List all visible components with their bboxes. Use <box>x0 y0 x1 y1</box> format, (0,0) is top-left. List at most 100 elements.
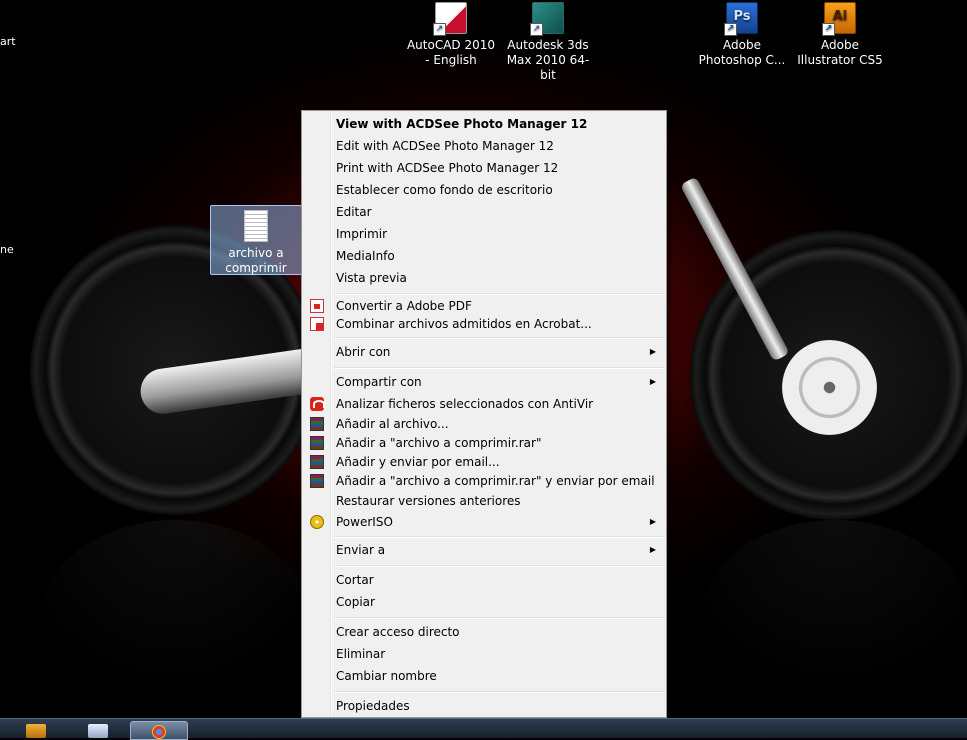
desktop-icon-label: Adobe Photoshop C... <box>698 38 786 67</box>
desktop-icon-photoshop[interactable]: Ps ↗ Adobe Photoshop C... <box>694 2 790 68</box>
menu-item-label: Combinar archivos admitidos en Acrobat..… <box>336 317 592 331</box>
winrar-icon <box>310 417 324 431</box>
menu-item-poweriso[interactable]: PowerISO ▶ <box>304 512 664 532</box>
menu-item-combine-acrobat[interactable]: Combinar archivos admitidos en Acrobat..… <box>304 314 664 334</box>
context-menu: View with ACDSee Photo Manager 12 Edit w… <box>301 110 667 718</box>
menu-separator <box>334 617 664 619</box>
menu-item-vista-previa[interactable]: Vista previa <box>304 268 664 288</box>
menu-item-label: Añadir a "archivo a comprimir.rar" <box>336 436 542 450</box>
menu-separator <box>334 293 664 295</box>
wallpaper-reflection-right <box>700 520 967 720</box>
wallpaper-brake-disc <box>782 340 877 435</box>
menu-separator <box>334 367 664 369</box>
wallpaper-reflection-left <box>40 520 310 720</box>
desktop-edge-label[interactable]: art <box>0 35 16 48</box>
menu-item-label: Editar <box>336 205 372 219</box>
app-icon <box>88 724 108 738</box>
menu-item-rename[interactable]: Cambiar nombre <box>304 666 664 686</box>
autocad-icon: ↗ <box>433 2 467 36</box>
menu-item-enviar-a[interactable]: Enviar a ▶ <box>304 540 664 560</box>
menu-item-label: Copiar <box>336 595 375 609</box>
antivir-icon <box>310 397 325 411</box>
menu-item-label: Propiedades <box>336 699 410 713</box>
menu-item-cortar[interactable]: Cortar <box>304 570 664 590</box>
menu-item-eliminar[interactable]: Eliminar <box>304 644 664 664</box>
menu-item-convert-pdf[interactable]: Convertir a Adobe PDF <box>304 296 664 316</box>
shortcut-arrow-icon: ↗ <box>724 23 737 36</box>
winrar-icon <box>310 455 324 469</box>
submenu-arrow-icon: ▶ <box>649 545 656 554</box>
menu-item-abrir-con[interactable]: Abrir con ▶ <box>304 342 664 362</box>
menu-item-label: Cortar <box>336 573 374 587</box>
menu-item-label: Compartir con <box>336 375 422 389</box>
winrar-icon <box>310 436 324 450</box>
menu-item-print-acdsee[interactable]: Print with ACDSee Photo Manager 12 <box>304 158 664 178</box>
menu-item-label: Añadir a "archivo a comprimir.rar" y env… <box>336 474 655 488</box>
desktop-icon-3ds-max[interactable]: ↗ Autodesk 3ds Max 2010 64-bit <box>500 2 596 83</box>
winrar-icon <box>310 474 324 488</box>
menu-item-editar[interactable]: Editar <box>304 202 664 222</box>
menu-item-label: Cambiar nombre <box>336 669 437 683</box>
menu-item-label: Crear acceso directo <box>336 625 460 639</box>
menu-item-add-archive[interactable]: Añadir al archivo... <box>304 414 664 434</box>
app-icon <box>26 724 46 738</box>
menu-item-label: Edit with ACDSee Photo Manager 12 <box>336 139 554 153</box>
menu-item-set-wallpaper[interactable]: Establecer como fondo de escritorio <box>304 180 664 200</box>
shortcut-arrow-icon: ↗ <box>530 23 543 36</box>
menu-item-label: Establecer como fondo de escritorio <box>336 183 553 197</box>
menu-item-mediainfo[interactable]: MediaInfo <box>304 246 664 266</box>
shortcut-arrow-icon: ↗ <box>433 23 446 36</box>
menu-separator <box>334 337 664 339</box>
menu-item-copiar[interactable]: Copiar <box>304 592 664 612</box>
desktop-edge-label[interactable]: ne <box>0 243 14 256</box>
illustrator-glyph: Ai <box>832 9 848 24</box>
photoshop-glyph: Ps <box>733 9 751 24</box>
menu-item-edit-acdsee[interactable]: Edit with ACDSee Photo Manager 12 <box>304 136 664 156</box>
illustrator-icon: Ai ↗ <box>822 2 856 36</box>
menu-item-label: PowerISO <box>336 515 393 529</box>
submenu-arrow-icon: ▶ <box>649 347 656 356</box>
menu-item-label: Enviar a <box>336 543 386 557</box>
menu-item-label: Restaurar versiones anteriores <box>336 494 521 508</box>
menu-item-label: MediaInfo <box>336 249 395 263</box>
menu-item-label: Añadir y enviar por email... <box>336 455 500 469</box>
pdf-icon <box>310 299 324 313</box>
menu-item-label: Convertir a Adobe PDF <box>336 299 472 313</box>
photoshop-icon: Ps ↗ <box>724 2 758 36</box>
poweriso-icon <box>310 515 324 529</box>
menu-item-label: View with ACDSee Photo Manager 12 <box>336 117 588 131</box>
taskbar <box>0 718 967 740</box>
menu-item-antivir[interactable]: Analizar ficheros seleccionados con Anti… <box>304 394 664 414</box>
file-label: archivo a comprimir <box>225 246 287 275</box>
submenu-arrow-icon: ▶ <box>649 377 656 386</box>
menu-item-label: Print with ACDSee Photo Manager 12 <box>336 161 559 175</box>
menu-item-label: Imprimir <box>336 227 388 241</box>
menu-item-compartir-con[interactable]: Compartir con ▶ <box>304 372 664 392</box>
menu-item-add-rar[interactable]: Añadir a "archivo a comprimir.rar" <box>304 433 664 453</box>
menu-item-imprimir[interactable]: Imprimir <box>304 224 664 244</box>
document-icon <box>244 210 268 242</box>
desktop-icon-label: Autodesk 3ds Max 2010 64-bit <box>506 38 590 82</box>
menu-item-label: Añadir al archivo... <box>336 417 449 431</box>
desktop-icon-label: AutoCAD 2010 - English <box>406 38 496 67</box>
taskbar-chrome-button[interactable] <box>130 721 188 740</box>
menu-item-add-rar-email[interactable]: Añadir a "archivo a comprimir.rar" y env… <box>304 471 664 491</box>
menu-item-propiedades[interactable]: Propiedades <box>304 696 664 716</box>
desktop-icon-autocad[interactable]: ↗ AutoCAD 2010 - English <box>403 2 499 68</box>
menu-item-label: Eliminar <box>336 647 386 661</box>
taskbar-app-button[interactable] <box>68 721 124 738</box>
menu-item-label: Vista previa <box>336 271 407 285</box>
selected-file-icon[interactable]: archivo a comprimir <box>210 205 302 275</box>
taskbar-app-button[interactable] <box>6 721 62 738</box>
menu-item-view-acdsee[interactable]: View with ACDSee Photo Manager 12 <box>304 114 664 134</box>
menu-item-label: Analizar ficheros seleccionados con Anti… <box>336 397 594 411</box>
menu-item-add-email[interactable]: Añadir y enviar por email... <box>304 452 664 472</box>
menu-item-create-shortcut[interactable]: Crear acceso directo <box>304 622 664 642</box>
3ds-max-icon: ↗ <box>530 2 564 36</box>
menu-separator <box>334 691 664 693</box>
menu-item-restore-versions[interactable]: Restaurar versiones anteriores <box>304 491 664 511</box>
desktop-icon-label: Adobe Illustrator CS5 <box>797 38 883 67</box>
menu-separator <box>334 536 664 538</box>
desktop-icon-illustrator[interactable]: Ai ↗ Adobe Illustrator CS5 <box>792 2 888 68</box>
menu-item-label: Abrir con <box>336 345 391 359</box>
